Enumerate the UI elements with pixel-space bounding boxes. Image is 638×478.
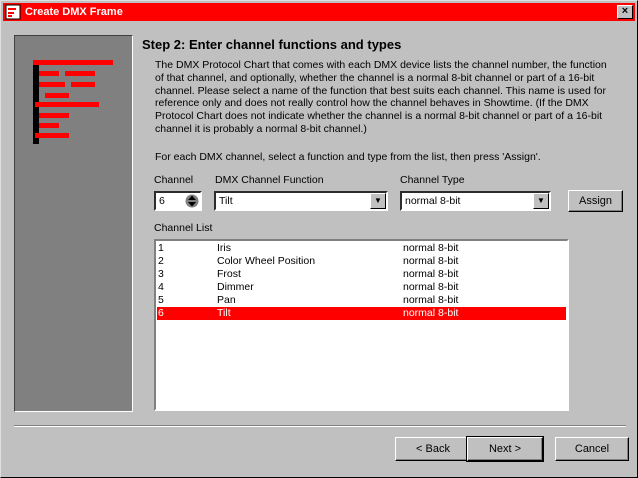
type-label: Channel Type — [400, 174, 465, 186]
type-value: normal 8-bit — [405, 195, 461, 207]
channel-list-label: Channel List — [154, 222, 213, 234]
channel-function-cell: Frost — [217, 268, 241, 280]
table-row[interactable]: 3 Frost normal 8-bit — [157, 268, 566, 281]
channel-type-cell: normal 8-bit — [403, 307, 459, 319]
chevron-down-icon[interactable]: ▼ — [533, 193, 549, 209]
step-instruction: For each DMX channel, select a function … — [155, 151, 541, 163]
cancel-button[interactable]: Cancel — [555, 437, 629, 461]
channel-num-cell: 1 — [158, 242, 164, 254]
function-dropdown[interactable]: Tilt ▼ — [214, 191, 388, 211]
channel-type-cell: normal 8-bit — [403, 255, 459, 267]
table-row[interactable]: 1 Iris normal 8-bit — [157, 242, 566, 255]
channel-num-cell: 3 — [158, 268, 164, 280]
channel-type-cell: normal 8-bit — [403, 268, 459, 280]
channel-num-cell: 4 — [158, 281, 164, 293]
channel-type-cell: normal 8-bit — [403, 281, 459, 293]
back-button[interactable]: < Back — [395, 437, 471, 461]
dmx-logo-graphic — [33, 60, 113, 144]
window-title: Create DMX Frame — [25, 6, 123, 18]
channel-value: 6 — [159, 195, 165, 207]
wizard-graphic-panel — [14, 35, 133, 412]
channel-function-cell: Color Wheel Position — [217, 255, 316, 267]
channel-num-cell: 5 — [158, 294, 164, 306]
channel-function-cell: Iris — [217, 242, 231, 254]
step-title: Step 2: Enter channel functions and type… — [142, 37, 402, 52]
function-value: Tilt — [219, 195, 233, 207]
channel-spinbox[interactable]: 6 — [154, 191, 202, 211]
channel-num-cell: 2 — [158, 255, 164, 267]
next-button[interactable]: Next > — [466, 436, 544, 462]
channel-num-cell: 6 — [158, 307, 164, 319]
table-row[interactable]: 5 Pan normal 8-bit — [157, 294, 566, 307]
assign-button[interactable]: Assign — [568, 190, 623, 212]
channel-function-cell: Dimmer — [217, 281, 254, 293]
channel-function-cell: Tilt — [217, 307, 231, 319]
chevron-down-icon[interactable]: ▼ — [370, 193, 386, 209]
table-row[interactable]: 2 Color Wheel Position normal 8-bit — [157, 255, 566, 268]
step-description: The DMX Protocol Chart that comes with e… — [155, 59, 607, 135]
title-bar[interactable]: Create DMX Frame × — [3, 3, 635, 21]
channel-function-cell: Pan — [217, 294, 236, 306]
channel-list[interactable]: 1 Iris normal 8-bit 2 Color Wheel Position no… — [154, 239, 569, 411]
app-icon — [5, 4, 21, 20]
close-button[interactable]: × — [617, 5, 633, 19]
channel-label: Channel — [154, 174, 194, 186]
spin-arrows-icon[interactable] — [185, 194, 199, 208]
table-row[interactable]: 6 Tilt normal 8-bit — [157, 307, 566, 320]
channel-type-cell: normal 8-bit — [403, 242, 459, 254]
channel-type-cell: normal 8-bit — [403, 294, 459, 306]
function-label: DMX Channel Function — [215, 174, 324, 186]
type-dropdown[interactable]: normal 8-bit ▼ — [400, 191, 551, 211]
table-row[interactable]: 4 Dimmer normal 8-bit — [157, 281, 566, 294]
create-dmx-frame-dialog: Create DMX Frame × Step 2: Enter channel… — [0, 0, 638, 478]
divider — [14, 425, 626, 427]
close-icon: × — [621, 5, 629, 17]
